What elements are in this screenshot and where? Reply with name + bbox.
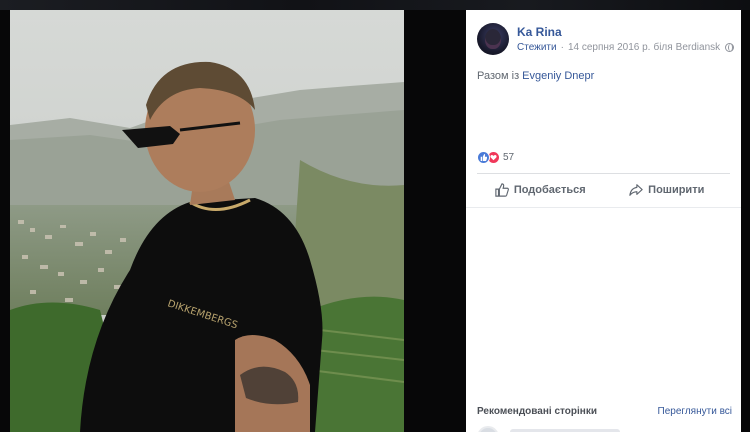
recommended-page-avatar[interactable] (477, 426, 499, 432)
post-header: Ka Rina Стежити · 14 серпня 2016 р. біля… (477, 23, 735, 57)
like-label: Подобається (513, 183, 586, 196)
reaction-summary[interactable]: 57 (477, 150, 514, 164)
share-button[interactable]: Поширити (604, 176, 731, 203)
recommended-pages-header: Рекомендовані сторінки Переглянути всі (477, 406, 732, 417)
post-meta: Стежити · 14 серпня 2016 р. біля Berdian… (517, 42, 735, 53)
post-date[interactable]: 14 серпня 2016 р. (568, 42, 651, 53)
post-actions: Подобається Поширити (477, 176, 730, 203)
photo-scene: DIKKEMBERGS (10, 10, 404, 432)
recommended-title: Рекомендовані сторінки (477, 406, 597, 417)
like-icon (477, 150, 490, 164)
actions-divider (477, 173, 730, 174)
reaction-count: 57 (503, 151, 515, 163)
avatar-face (485, 29, 501, 49)
thumbs-up-icon (495, 182, 509, 197)
post-panel: Ka Rina Стежити · 14 серпня 2016 р. біля… (466, 10, 741, 432)
tagged-person-link[interactable]: Evgeniy Dnepr (522, 70, 594, 82)
location-prefix: біля (653, 42, 673, 53)
share-label: Поширити (648, 183, 705, 196)
comments-divider (466, 207, 741, 208)
author-avatar[interactable] (477, 23, 509, 55)
background-strip (0, 0, 750, 10)
post-photo[interactable]: DIKKEMBERGS (10, 10, 404, 432)
follow-link[interactable]: Стежити (517, 42, 557, 53)
author-name[interactable]: Ka Rina (517, 25, 562, 39)
tagged-line: Разом із Evgeniy Dnepr (477, 70, 594, 82)
meta-separator: · (560, 42, 564, 53)
with-prefix: Разом із (477, 70, 520, 82)
share-arrow-icon (629, 183, 643, 196)
like-button[interactable]: Подобається (477, 176, 604, 203)
globe-icon (725, 43, 735, 52)
post-location[interactable]: Berdiansk (676, 42, 720, 53)
see-all-link[interactable]: Переглянути всі (658, 406, 732, 417)
